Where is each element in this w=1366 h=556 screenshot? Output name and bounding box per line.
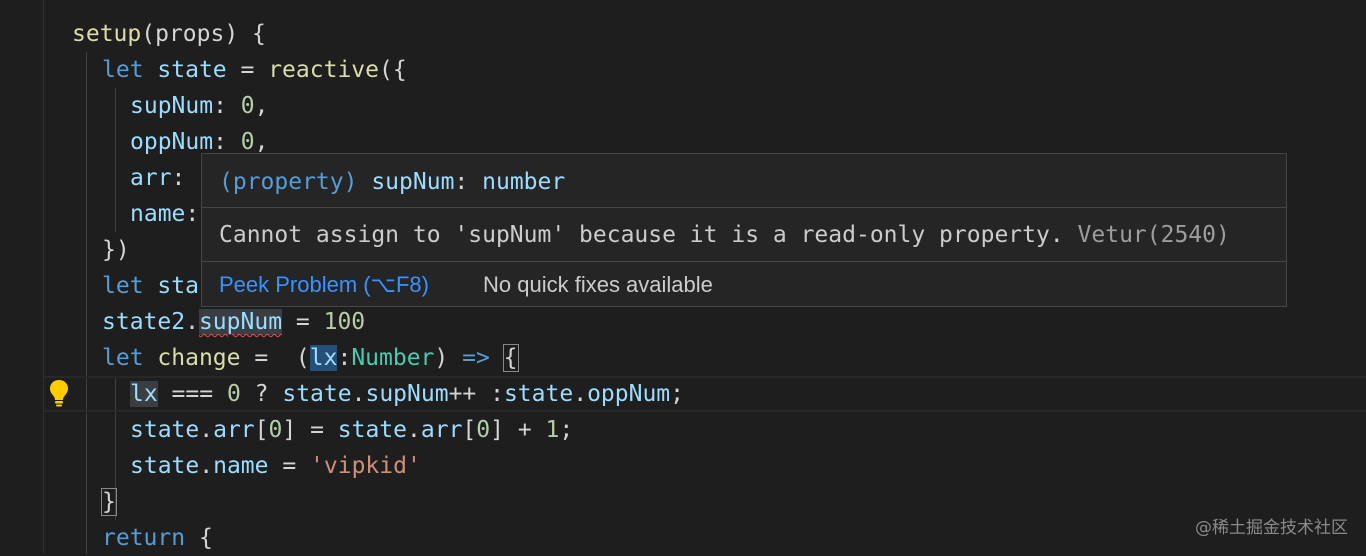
code-line-8: let sta [102, 273, 199, 299]
code-line-6: name: [130, 201, 200, 227]
no-quick-fixes-label: No quick fixes available [483, 272, 713, 297]
gutter-divider [43, 0, 44, 554]
indent-guide [86, 52, 87, 554]
peek-problem-link[interactable]: Peek Problem (⌥F8) [219, 272, 429, 298]
hover-actions: Peek Problem (⌥F8) No quick fixes availa… [202, 262, 1286, 306]
hover-error-message: Cannot assign to 'supNum' because it is … [219, 222, 1230, 248]
code-line-14: } [101, 488, 117, 516]
code-line-1: setup(props) { [72, 21, 266, 47]
code-line-2: let state = reactive({ [102, 57, 407, 83]
hover-widget: (property) supNum: number Cannot assign … [201, 153, 1287, 307]
hover-signature: (property) supNum: number [219, 169, 566, 195]
code-line-12: state.arr[0] = state.arr[0] + 1; [130, 417, 574, 443]
code-line-5: arr: [130, 165, 200, 191]
code-line-3: supNum: 0, [130, 93, 269, 119]
code-line-9: state2.supNum = 100 [102, 309, 366, 335]
indent-guide [115, 88, 116, 232]
hover-divider [202, 207, 1286, 208]
error-squiggle-supNum[interactable]: supNum [198, 309, 283, 335]
code-line-15: return { [102, 525, 213, 551]
code-line-7: }) [102, 237, 130, 263]
watermark: @稀土掘金技术社区 [1195, 518, 1348, 538]
code-line-13: state.name = 'vipkid' [130, 453, 421, 479]
lightbulb-icon[interactable] [47, 378, 71, 408]
code-line-11-current: lx === 0 ? state.supNum++ :state.oppNum; [44, 376, 1366, 412]
code-line-10: let change = (lx:Number) => { [102, 344, 519, 372]
